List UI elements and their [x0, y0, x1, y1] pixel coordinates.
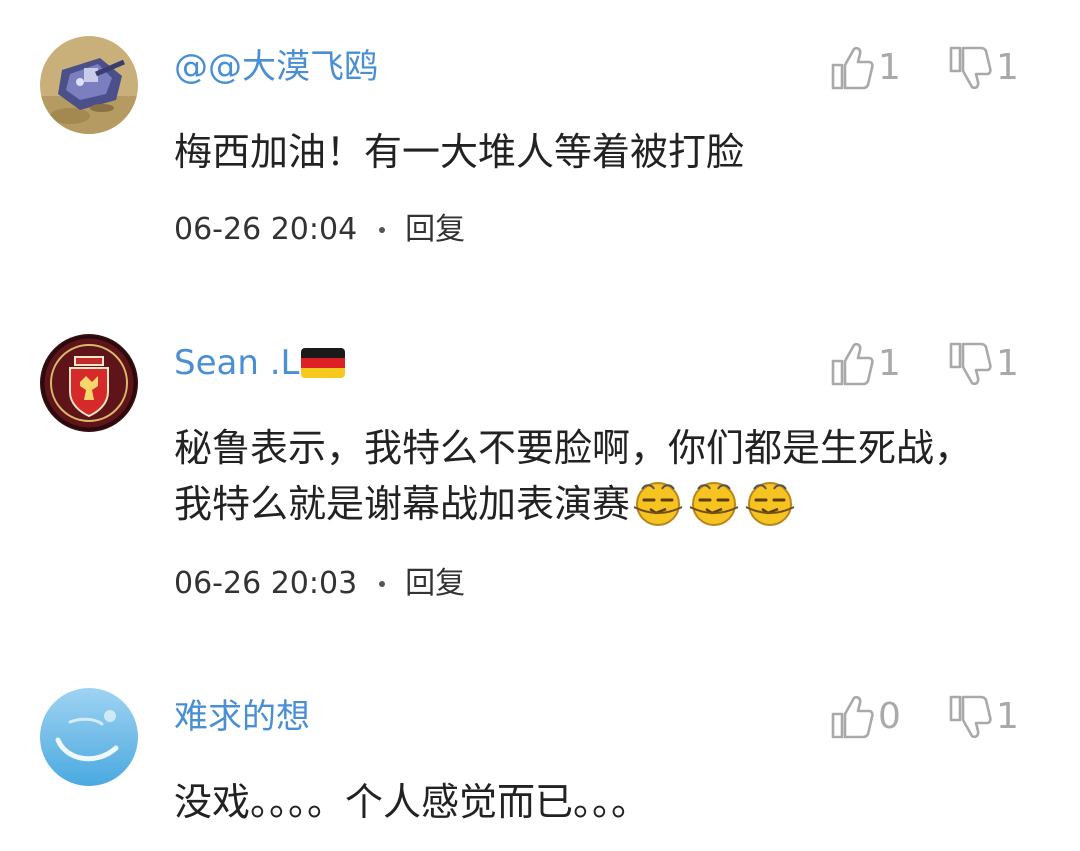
timestamp: 06-26 20:03 — [174, 566, 358, 601]
username-text: 难求的想 — [174, 697, 310, 737]
like-count: 0 — [878, 696, 901, 737]
thumbs-down-icon — [949, 46, 992, 90]
annoyed-face-emoji-icon — [742, 479, 798, 527]
username[interactable]: 难求的想 — [174, 697, 310, 737]
username[interactable]: Sean .L — [174, 343, 346, 383]
avatar[interactable] — [40, 36, 138, 134]
timestamp: 06-26 20:04 — [174, 212, 358, 247]
comment-text-content: 没戏。。。。个人感觉而已。。。 — [174, 780, 650, 824]
like-button[interactable]: 1 — [830, 339, 901, 389]
dislike-count: 1 — [996, 696, 1019, 737]
rts-tank-avatar-icon — [40, 36, 138, 134]
comment-text-content: 秘鲁表示，我特么不要脸啊，你们都是生死战，我特么就是谢幕战加表演赛 — [174, 426, 973, 526]
reply-button[interactable]: 回复 — [405, 564, 465, 604]
comment-text-content: 梅西加油！有一大堆人等着被打脸 — [174, 130, 745, 174]
thumbs-up-icon — [831, 342, 874, 386]
thumbs-up-icon — [831, 695, 874, 739]
annoyed-face-emoji-icon — [630, 479, 686, 527]
username-text: Sean .L — [174, 343, 300, 383]
like-count: 1 — [878, 343, 901, 384]
dislike-count: 1 — [996, 343, 1019, 384]
dislike-count: 1 — [996, 47, 1019, 88]
thumbs-down-icon — [949, 342, 992, 386]
username-text: @@大漠飞鸥 — [174, 47, 378, 87]
annoyed-face-emoji-icon — [686, 479, 742, 527]
thumbs-down-icon — [949, 695, 992, 739]
separator-dot — [379, 227, 386, 233]
dislike-button[interactable]: 1 — [948, 339, 1019, 389]
avatar[interactable] — [40, 334, 138, 432]
comment-text: 梅西加油！有一大堆人等着被打脸 — [174, 124, 1004, 180]
username[interactable]: @@大漠飞鸥 — [174, 47, 378, 87]
like-button[interactable]: 0 — [830, 692, 901, 742]
comment-meta: 06-26 20:04 回复 — [174, 210, 465, 250]
like-count: 1 — [878, 47, 901, 88]
comment-text: 秘鲁表示，我特么不要脸啊，你们都是生死战，我特么就是谢幕战加表演赛 — [174, 420, 996, 532]
dislike-button[interactable]: 1 — [948, 43, 1019, 93]
thumbs-up-icon — [831, 46, 874, 90]
blue-sky-avatar-icon — [40, 688, 138, 786]
germany-flag-icon — [301, 348, 346, 378]
avatar[interactable] — [40, 688, 138, 786]
like-button[interactable]: 1 — [830, 43, 901, 93]
reply-button[interactable]: 回复 — [405, 210, 465, 250]
manchester-united-crest-avatar-icon — [40, 334, 138, 432]
separator-dot — [379, 581, 386, 587]
dislike-button[interactable]: 1 — [948, 692, 1019, 742]
comment-text: 没戏。。。。个人感觉而已。。。 — [174, 774, 1004, 830]
comment-meta: 06-26 20:03 回复 — [174, 564, 465, 604]
